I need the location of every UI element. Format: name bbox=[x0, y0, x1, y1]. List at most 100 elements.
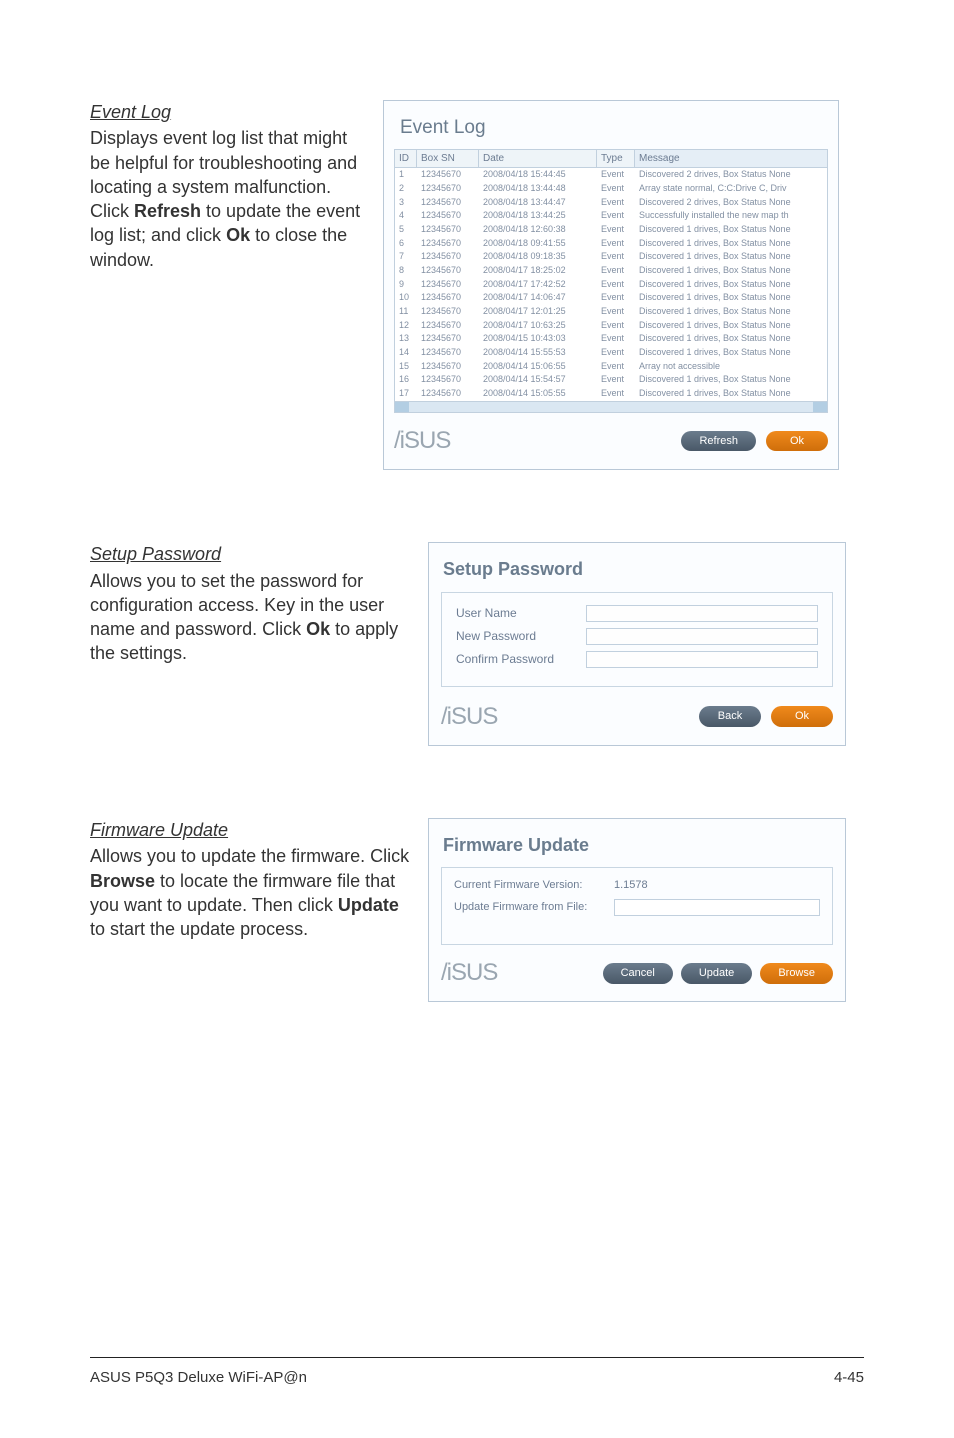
event-log-heading: Event Log bbox=[90, 100, 365, 124]
table-row[interactable]: 7123456702008/04/18 09:18:35EventDiscove… bbox=[395, 250, 827, 264]
cell-msg: Array state normal, C:C:Drive C, Driv bbox=[635, 182, 827, 196]
cell-type: Event bbox=[597, 319, 635, 333]
table-row[interactable]: 8123456702008/04/17 18:25:02EventDiscove… bbox=[395, 264, 827, 278]
cell-type: Event bbox=[597, 237, 635, 251]
table-row[interactable]: 12123456702008/04/17 10:63:25EventDiscov… bbox=[395, 319, 827, 333]
log-header: ID Box SN Date Type Message bbox=[395, 150, 827, 169]
user-name-label: User Name bbox=[456, 605, 586, 621]
cell-type: Event bbox=[597, 291, 635, 305]
dialog-title: Firmware Update bbox=[443, 833, 833, 857]
table-row[interactable]: 6123456702008/04/18 09:41:55EventDiscove… bbox=[395, 237, 827, 251]
cell-msg: Array not accessible bbox=[635, 360, 827, 374]
dialog-title: Setup Password bbox=[443, 557, 833, 581]
cell-type: Event bbox=[597, 168, 635, 182]
back-button[interactable]: Back bbox=[699, 706, 761, 727]
cell-date: 2008/04/18 15:44:45 bbox=[479, 168, 597, 182]
update-from-file-label: Update Firmware from File: bbox=[454, 900, 614, 915]
user-name-input[interactable] bbox=[586, 605, 818, 622]
cell-type: Event bbox=[597, 209, 635, 223]
table-row[interactable]: 13123456702008/04/15 10:43:03EventDiscov… bbox=[395, 332, 827, 346]
bold-refresh: Refresh bbox=[134, 201, 201, 221]
table-row[interactable]: 5123456702008/04/18 12:60:38EventDiscove… bbox=[395, 223, 827, 237]
cell-date: 2008/04/18 13:44:47 bbox=[479, 196, 597, 210]
cell-date: 2008/04/18 09:18:35 bbox=[479, 250, 597, 264]
bold-ok: Ok bbox=[226, 225, 250, 245]
footer-left: ASUS P5Q3 Deluxe WiFi-AP@n bbox=[90, 1368, 307, 1388]
dialog-title: Event Log bbox=[400, 115, 828, 141]
cell-sn: 12345670 bbox=[417, 373, 479, 387]
cell-msg: Discovered 1 drives, Box Status None bbox=[635, 305, 827, 319]
table-row[interactable]: 11123456702008/04/17 12:01:25EventDiscov… bbox=[395, 305, 827, 319]
cell-type: Event bbox=[597, 182, 635, 196]
cell-id: 8 bbox=[395, 264, 417, 278]
cell-id: 9 bbox=[395, 278, 417, 292]
col-date[interactable]: Date bbox=[479, 150, 597, 168]
ok-button[interactable]: Ok bbox=[766, 431, 828, 452]
cell-type: Event bbox=[597, 373, 635, 387]
bold-browse: Browse bbox=[90, 871, 155, 891]
cell-date: 2008/04/17 12:01:25 bbox=[479, 305, 597, 319]
cell-msg: Discovered 1 drives, Box Status None bbox=[635, 237, 827, 251]
table-row[interactable]: 10123456702008/04/17 14:06:47EventDiscov… bbox=[395, 291, 827, 305]
browse-button[interactable]: Browse bbox=[760, 963, 833, 984]
cell-id: 10 bbox=[395, 291, 417, 305]
confirm-password-label: Confirm Password bbox=[456, 651, 586, 667]
txt: to start the update process. bbox=[90, 919, 308, 939]
event-log-text: Displays event log list that might be he… bbox=[90, 126, 365, 272]
cell-date: 2008/04/14 15:06:55 bbox=[479, 360, 597, 374]
cell-msg: Discovered 1 drives, Box Status None bbox=[635, 387, 827, 401]
cell-sn: 12345670 bbox=[417, 250, 479, 264]
scroll-track[interactable] bbox=[409, 402, 813, 412]
cell-id: 16 bbox=[395, 373, 417, 387]
table-row[interactable]: 16123456702008/04/14 15:54:57EventDiscov… bbox=[395, 373, 827, 387]
cell-id: 17 bbox=[395, 387, 417, 401]
log-body[interactable]: 1123456702008/04/18 15:44:45EventDiscove… bbox=[395, 168, 827, 401]
table-row[interactable]: 9123456702008/04/17 17:42:52EventDiscove… bbox=[395, 278, 827, 292]
cell-date: 2008/04/14 15:55:53 bbox=[479, 346, 597, 360]
cell-sn: 12345670 bbox=[417, 168, 479, 182]
asus-logo: /iSUS bbox=[441, 701, 497, 733]
refresh-button[interactable]: Refresh bbox=[681, 431, 756, 452]
cell-id: 3 bbox=[395, 196, 417, 210]
new-password-label: New Password bbox=[456, 628, 586, 644]
new-password-input[interactable] bbox=[586, 628, 818, 645]
col-sn[interactable]: Box SN bbox=[417, 150, 479, 168]
firmware-heading: Firmware Update bbox=[90, 818, 410, 842]
bold-update: Update bbox=[338, 895, 399, 915]
cell-date: 2008/04/18 09:41:55 bbox=[479, 237, 597, 251]
current-version-label: Current Firmware Version: bbox=[454, 878, 614, 893]
update-button[interactable]: Update bbox=[681, 963, 752, 984]
footer-right: 4-45 bbox=[834, 1368, 864, 1388]
cell-type: Event bbox=[597, 196, 635, 210]
cell-id: 5 bbox=[395, 223, 417, 237]
cell-msg: Discovered 1 drives, Box Status None bbox=[635, 250, 827, 264]
table-row[interactable]: 3123456702008/04/18 13:44:47EventDiscove… bbox=[395, 196, 827, 210]
cell-type: Event bbox=[597, 305, 635, 319]
cell-sn: 12345670 bbox=[417, 278, 479, 292]
table-row[interactable]: 17123456702008/04/14 15:05:55EventDiscov… bbox=[395, 387, 827, 401]
cell-msg: Discovered 1 drives, Box Status None bbox=[635, 319, 827, 333]
table-row[interactable]: 14123456702008/04/14 15:55:53EventDiscov… bbox=[395, 346, 827, 360]
ok-button[interactable]: Ok bbox=[771, 706, 833, 727]
col-id[interactable]: ID bbox=[395, 150, 417, 168]
confirm-password-input[interactable] bbox=[586, 651, 818, 668]
col-msg[interactable]: Message bbox=[635, 150, 827, 168]
cell-id: 12 bbox=[395, 319, 417, 333]
cell-type: Event bbox=[597, 332, 635, 346]
table-row[interactable]: 4123456702008/04/18 13:44:25EventSuccess… bbox=[395, 209, 827, 223]
cell-msg: Discovered 2 drives, Box Status None bbox=[635, 196, 827, 210]
cell-type: Event bbox=[597, 387, 635, 401]
scroll-right-icon[interactable] bbox=[813, 402, 827, 412]
col-type[interactable]: Type bbox=[597, 150, 635, 168]
scroll-left-icon[interactable] bbox=[395, 402, 409, 412]
table-row[interactable]: 15123456702008/04/14 15:06:55EventArray … bbox=[395, 360, 827, 374]
table-row[interactable]: 1123456702008/04/18 15:44:45EventDiscove… bbox=[395, 168, 827, 182]
firmware-file-input[interactable] bbox=[614, 899, 820, 916]
h-scrollbar[interactable] bbox=[395, 401, 827, 412]
cell-id: 4 bbox=[395, 209, 417, 223]
cancel-button[interactable]: Cancel bbox=[603, 963, 673, 984]
cell-date: 2008/04/17 17:42:52 bbox=[479, 278, 597, 292]
cell-sn: 12345670 bbox=[417, 305, 479, 319]
cell-msg: Discovered 1 drives, Box Status None bbox=[635, 223, 827, 237]
table-row[interactable]: 2123456702008/04/18 13:44:48EventArray s… bbox=[395, 182, 827, 196]
